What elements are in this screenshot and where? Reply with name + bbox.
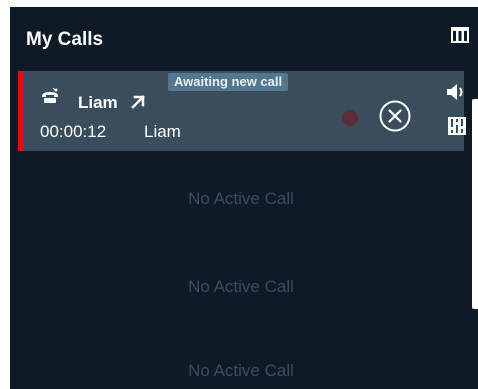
- empty-call-slot: No Active Call: [188, 277, 294, 296]
- empty-call-slot: No Active Call: [188, 189, 294, 208]
- active-call-card[interactable]: Awaiting new call Liam 00:00:12 Liam: [18, 71, 466, 151]
- my-calls-panel: My Calls Awaiting new call Liam 00:00:12…: [10, 7, 478, 389]
- columns-icon[interactable]: [450, 25, 470, 45]
- mixer-icon[interactable]: [448, 117, 466, 135]
- scrollbar[interactable]: [472, 99, 478, 309]
- open-external-icon[interactable]: [130, 94, 146, 110]
- call-party-name: Liam: [144, 122, 181, 141]
- record-icon: [342, 110, 358, 126]
- panel-header: My Calls: [10, 7, 478, 71]
- call-status-accent: [18, 71, 24, 151]
- phone-icon: [42, 87, 58, 103]
- panel-title: My Calls: [26, 29, 104, 50]
- caller-name: Liam: [78, 93, 118, 112]
- empty-call-slot: No Active Call: [188, 361, 294, 380]
- call-status-badge: Awaiting new call: [168, 73, 289, 91]
- close-circle-icon[interactable]: [379, 100, 411, 132]
- volume-icon[interactable]: [446, 83, 466, 101]
- call-timer: 00:00:12: [40, 122, 107, 141]
